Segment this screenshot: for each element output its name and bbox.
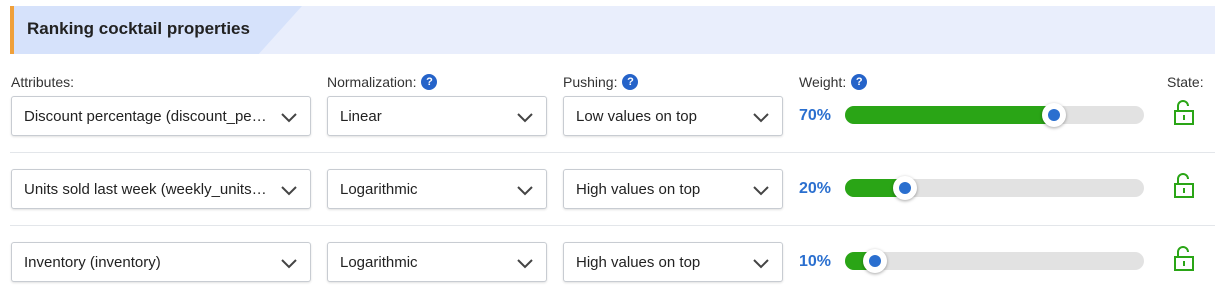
- chevron-down-icon: [753, 113, 769, 123]
- normalization-select[interactable]: Logarithmic: [327, 242, 547, 282]
- chevron-down-icon: [753, 259, 769, 269]
- attribute-value: Discount percentage (discount_perc...: [24, 107, 270, 125]
- unlocked-lock-icon[interactable]: [1172, 100, 1196, 126]
- normalization-value: Logarithmic: [340, 253, 418, 271]
- pushing-value: Low values on top: [576, 107, 697, 125]
- weight-slider-thumb[interactable]: [892, 176, 917, 200]
- pushing-select[interactable]: Low values on top: [563, 96, 783, 136]
- chevron-down-icon: [753, 186, 769, 196]
- attribute-value: Inventory (inventory): [24, 253, 161, 271]
- weight-slider-fill: [845, 106, 1055, 124]
- pushing-value: High values on top: [576, 253, 701, 271]
- attribute-select[interactable]: Discount percentage (discount_perc...: [11, 96, 311, 136]
- section-title: Ranking cocktail properties: [27, 19, 250, 38]
- normalization-select[interactable]: Logarithmic: [327, 169, 547, 209]
- ranking-row: Inventory (inventory) Logarithmic High v…: [0, 226, 1215, 292]
- chevron-down-icon: [281, 113, 297, 123]
- weight-percent: 70%: [799, 107, 832, 124]
- chevron-down-icon: [281, 259, 297, 269]
- chevron-down-icon: [517, 113, 533, 123]
- attribute-select[interactable]: Units sold last week (weekly_units_s...: [11, 169, 311, 209]
- weight-slider[interactable]: [845, 176, 1144, 200]
- unlocked-lock-icon[interactable]: [1172, 246, 1196, 272]
- pushing-select[interactable]: High values on top: [563, 169, 783, 209]
- ranking-row: Units sold last week (weekly_units_s... …: [0, 153, 1215, 226]
- weight-slider[interactable]: [845, 103, 1144, 127]
- header-accent-bar: [10, 6, 14, 54]
- normalization-select[interactable]: Linear: [327, 96, 547, 136]
- pushing-value: High values on top: [576, 180, 701, 198]
- weight-percent: 10%: [799, 253, 832, 270]
- chevron-down-icon: [517, 259, 533, 269]
- weight-slider-thumb[interactable]: [862, 249, 887, 273]
- chevron-down-icon: [517, 186, 533, 196]
- attribute-select[interactable]: Inventory (inventory): [11, 242, 311, 282]
- weight-slider[interactable]: [845, 249, 1144, 273]
- pushing-select[interactable]: High values on top: [563, 242, 783, 282]
- section-header: Ranking cocktail properties: [10, 6, 1215, 54]
- attribute-value: Units sold last week (weekly_units_s...: [24, 180, 270, 198]
- normalization-value: Logarithmic: [340, 180, 418, 198]
- unlocked-lock-icon[interactable]: [1172, 173, 1196, 199]
- ranking-row: Discount percentage (discount_perc... Li…: [0, 80, 1215, 153]
- weight-percent: 20%: [799, 180, 832, 197]
- normalization-value: Linear: [340, 107, 382, 125]
- weight-slider-thumb[interactable]: [1042, 103, 1067, 127]
- chevron-down-icon: [281, 186, 297, 196]
